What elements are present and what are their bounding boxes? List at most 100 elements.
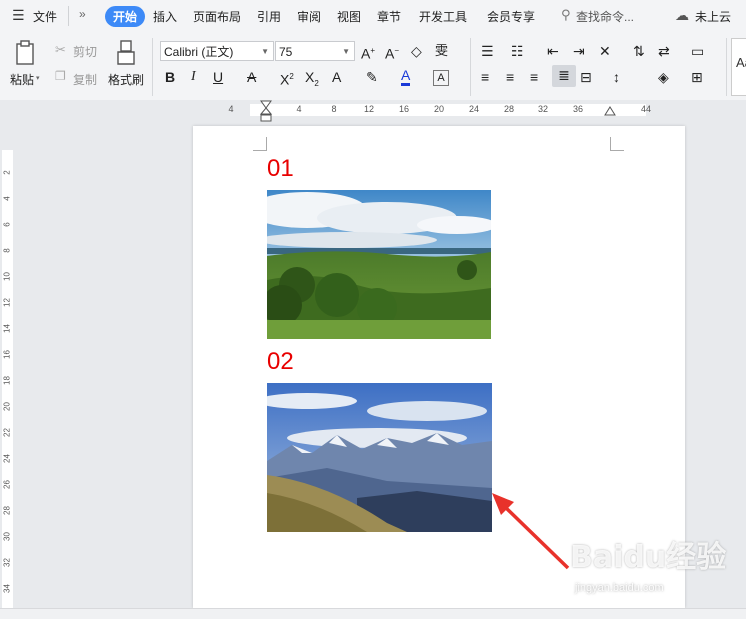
decrease-indent-icon[interactable]: ⇤ — [547, 41, 559, 61]
hills-photo — [267, 190, 491, 339]
ruler-tick: 4 — [228, 104, 234, 114]
grow-font-icon[interactable]: A+ — [361, 41, 375, 64]
indent-marker-icon[interactable] — [260, 100, 272, 122]
justify-icon[interactable]: ≣ — [552, 65, 576, 87]
cloud-status[interactable]: 未上云 — [695, 8, 731, 25]
ruler-tick: 14 — [2, 324, 12, 333]
font-size-value: 75 — [279, 45, 293, 59]
format-painter-icon[interactable] — [115, 40, 137, 66]
borders-icon[interactable]: ⊞ — [691, 67, 703, 87]
right-indent-marker-icon[interactable] — [604, 106, 616, 118]
ruler-tick: 34 — [2, 584, 12, 593]
tab-view[interactable]: 视图 — [337, 8, 361, 25]
ruler-tick: 4 — [2, 196, 12, 201]
search-icon: ⚲ — [561, 7, 571, 22]
expand-chevron-icon[interactable]: » — [79, 7, 86, 21]
clear-format-icon[interactable]: ◇ — [411, 41, 422, 61]
ruler-tick: 16 — [2, 350, 12, 359]
ruler-tick: 22 — [2, 428, 12, 437]
crop-mark — [253, 137, 267, 151]
tab-member[interactable]: 会员专享 — [487, 8, 535, 25]
paste-icon[interactable] — [14, 40, 38, 66]
menu-file[interactable]: 文件 — [33, 8, 57, 25]
ruler-tick: 8 — [331, 104, 337, 114]
line-spacing-icon[interactable]: ↕ — [613, 67, 620, 87]
ruler-tick: 10 — [2, 272, 12, 281]
status-bar — [0, 608, 746, 619]
copy-button[interactable]: 复制 — [73, 71, 97, 88]
ruler-tick: 2 — [2, 170, 12, 175]
font-size-select[interactable]: 75 ▼ — [275, 41, 355, 61]
distributed-align-icon[interactable]: ⊟ — [580, 67, 592, 87]
ruler-tick: 12 — [2, 298, 12, 307]
divider — [68, 6, 69, 26]
numbered-list-icon[interactable]: ☷ — [511, 41, 524, 61]
italic-icon[interactable]: I — [191, 67, 196, 87]
ruler-tick: 32 — [537, 104, 548, 114]
superscript-icon[interactable]: X2 — [280, 67, 294, 90]
ruler-tick: 12 — [363, 104, 374, 114]
ruler-toggle-icon[interactable]: ▭ — [691, 41, 704, 61]
crop-mark — [610, 137, 624, 151]
ruler-tick: 24 — [2, 454, 12, 463]
ruler-tick: 18 — [2, 376, 12, 385]
char-border-icon[interactable]: A — [433, 70, 449, 86]
chinese-layout-icon[interactable]: ✕ — [599, 41, 611, 61]
font-name-value: Calibri (正文) — [164, 45, 234, 59]
heading-02[interactable]: 02 — [267, 348, 294, 376]
ruler-tick: 28 — [503, 104, 514, 114]
tab-page-layout[interactable]: 页面布局 — [193, 8, 241, 25]
font-name-select[interactable]: Calibri (正文) ▼ — [160, 41, 274, 61]
text-effect-icon[interactable]: A — [332, 67, 341, 87]
font-color-icon[interactable]: A — [401, 67, 411, 86]
subscript-icon[interactable]: X2 — [305, 67, 319, 94]
ruler-tick: 8 — [2, 248, 12, 253]
increase-indent-icon[interactable]: ⇥ — [573, 41, 585, 61]
bullet-list-icon[interactable]: ☰ — [481, 41, 494, 61]
paste-button[interactable]: 粘贴 — [10, 71, 34, 88]
strikethrough-icon[interactable]: A — [247, 67, 256, 87]
cut-button[interactable]: 剪切 — [73, 43, 97, 60]
ruler-tick: 4 — [296, 104, 302, 114]
mountains-photo — [267, 383, 492, 532]
highlight-icon[interactable]: ✎ — [366, 67, 378, 87]
heading-01[interactable]: 01 — [267, 155, 294, 183]
copy-icon: ❐ — [55, 69, 66, 83]
format-painter-button[interactable]: 格式刷 — [108, 71, 144, 88]
sort-icon[interactable]: ⇅ — [633, 41, 645, 61]
align-right-icon[interactable]: ≡ — [530, 67, 538, 87]
align-left-icon[interactable]: ≡ — [481, 67, 489, 87]
shrink-font-icon[interactable]: A− — [385, 41, 399, 64]
annotation-arrow-icon — [492, 493, 570, 570]
ruler-tick: 32 — [2, 558, 12, 567]
tab-review[interactable]: 审阅 — [297, 8, 321, 25]
scissors-icon: ✂ — [55, 42, 66, 57]
paste-dropdown-icon[interactable]: ▾ — [36, 74, 40, 82]
tab-references[interactable]: 引用 — [257, 8, 281, 25]
command-search[interactable]: 查找命令... — [576, 8, 634, 25]
ruler-tick: 6 — [2, 222, 12, 227]
hamburger-icon[interactable]: ☰ — [12, 8, 25, 22]
align-center-icon[interactable]: ≡ — [506, 67, 514, 87]
ribbon-toolbar: 粘贴 ▾ ✂ 剪切 ❐ 复制 格式刷 Calibri (正文) ▼ 75 ▼ A… — [0, 34, 746, 101]
tab-home[interactable]: 开始 — [105, 6, 146, 27]
ruler-tick: 20 — [433, 104, 444, 114]
text-direction-icon[interactable]: ⇄ — [658, 41, 670, 61]
style-gallery[interactable]: Aa — [731, 38, 746, 96]
landscape-image-mountains[interactable] — [267, 383, 492, 532]
cloud-icon[interactable]: ☁ — [675, 8, 689, 22]
menu-bar: ☰ 文件 » 开始 插入 页面布局 引用 审阅 视图 章节 开发工具 会员专享 … — [0, 0, 746, 34]
tab-chapter[interactable]: 章节 — [377, 8, 401, 25]
landscape-image-hills[interactable] — [267, 190, 491, 339]
ruler-tick: 30 — [2, 532, 12, 541]
tab-insert[interactable]: 插入 — [153, 8, 177, 25]
underline-icon[interactable]: U — [213, 67, 223, 87]
tab-developer[interactable]: 开发工具 — [419, 8, 467, 25]
divider — [152, 38, 153, 96]
phonetic-guide-icon[interactable]: 雯 — [435, 41, 448, 61]
bold-icon[interactable]: B — [165, 67, 175, 87]
shading-icon[interactable]: ◈ — [658, 67, 669, 87]
divider — [470, 38, 471, 96]
ruler-tick: 16 — [398, 104, 409, 114]
chevron-down-icon: ▼ — [261, 47, 269, 56]
